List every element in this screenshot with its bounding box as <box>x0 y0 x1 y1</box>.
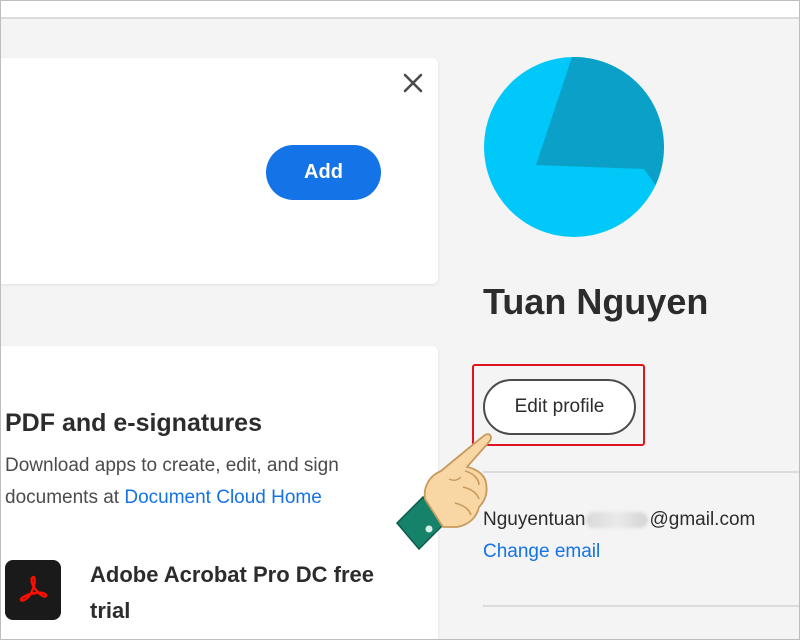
email-address: Nguyentuan @gmail.com <box>483 509 755 531</box>
app-frame: Add PDF and e-signatures Download apps t… <box>0 0 800 640</box>
close-icon <box>403 73 423 93</box>
user-name: Tuan Nguyen <box>483 281 709 322</box>
edit-profile-button[interactable]: Edit profile <box>483 379 636 435</box>
avatar[interactable] <box>484 57 664 237</box>
email-suffix: @gmail.com <box>649 509 756 530</box>
pointing-hand-icon <box>395 433 492 551</box>
acrobat-app-title[interactable]: Adobe Acrobat Pro DC free trial <box>90 557 410 629</box>
section-description: Download apps to create, edit, and sign … <box>5 450 425 514</box>
divider <box>483 605 799 607</box>
document-cloud-link[interactable]: Document Cloud Home <box>124 487 321 508</box>
top-bar <box>1 1 799 19</box>
close-button[interactable] <box>399 69 427 97</box>
add-button[interactable]: Add <box>266 145 381 200</box>
email-redaction <box>586 512 649 528</box>
section-title: PDF and e-signatures <box>5 409 262 437</box>
acrobat-icon <box>5 560 61 620</box>
divider <box>483 471 799 473</box>
